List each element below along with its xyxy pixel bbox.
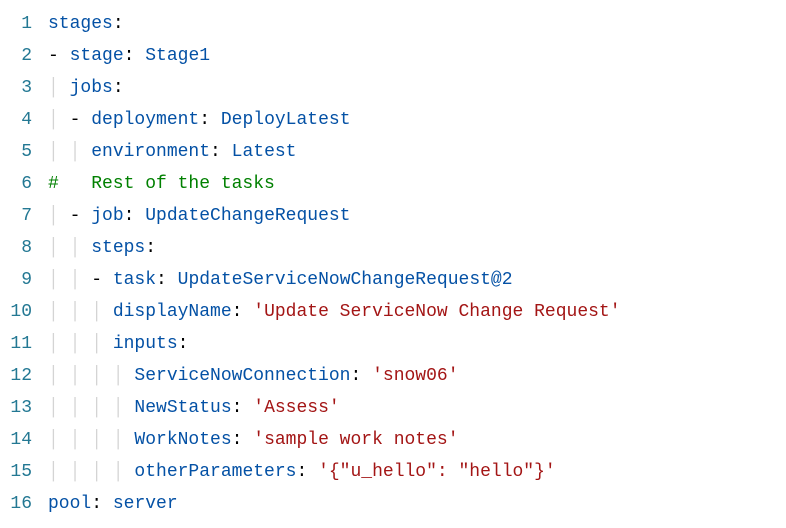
code-line: │ │ │ displayName: 'Update ServiceNow Ch… — [48, 296, 786, 328]
code-line: │ jobs: — [48, 72, 786, 104]
line-number: 13 — [0, 392, 32, 424]
yaml-value: server — [113, 494, 178, 514]
yaml-string: 'snow06' — [372, 366, 458, 386]
yaml-key: ServiceNowConnection — [134, 366, 350, 386]
yaml-dash: - — [48, 46, 70, 66]
code-line: │ │ steps: — [48, 232, 786, 264]
yaml-value: UpdateChangeRequest — [145, 206, 350, 226]
punctuation: : — [124, 46, 135, 66]
code-line: │ │ - task: UpdateServiceNowChangeReques… — [48, 264, 786, 296]
line-number: 15 — [0, 456, 32, 488]
line-number: 10 — [0, 296, 32, 328]
line-number: 14 — [0, 424, 32, 456]
yaml-key: stages — [48, 14, 113, 34]
punctuation: : — [113, 78, 124, 98]
code-content: stages: - stage: Stage1 │ jobs: │ - depl… — [48, 8, 786, 520]
yaml-key: job — [91, 206, 123, 226]
punctuation: : — [156, 270, 167, 290]
code-line: │ │ environment: Latest — [48, 136, 786, 168]
punctuation: : — [91, 494, 102, 514]
yaml-key: deployment — [91, 110, 199, 130]
line-number-gutter: 1 2 3 4 5 6 7 8 9 10 11 12 13 14 15 16 — [0, 8, 48, 520]
yaml-value: UpdateServiceNowChangeRequest@2 — [178, 270, 513, 290]
code-line: │ - deployment: DeployLatest — [48, 104, 786, 136]
line-number: 7 — [0, 200, 32, 232]
code-editor: 1 2 3 4 5 6 7 8 9 10 11 12 13 14 15 16 s… — [0, 8, 786, 520]
code-line: │ │ │ │ WorkNotes: 'sample work notes' — [48, 424, 786, 456]
punctuation: : — [232, 398, 243, 418]
code-line: │ │ │ inputs: — [48, 328, 786, 360]
yaml-dash: - — [91, 270, 113, 290]
yaml-key: steps — [91, 238, 145, 258]
line-number: 2 — [0, 40, 32, 72]
space — [134, 206, 145, 226]
space — [242, 302, 253, 322]
line-number: 6 — [0, 168, 32, 200]
yaml-string: 'Assess' — [253, 398, 339, 418]
yaml-value: Latest — [232, 142, 297, 162]
punctuation: : — [232, 302, 243, 322]
space — [102, 494, 113, 514]
space — [210, 110, 221, 130]
punctuation: : — [124, 206, 135, 226]
code-line: │ │ │ │ otherParameters: '{"u_hello": "h… — [48, 456, 786, 488]
code-line: stages: — [48, 8, 786, 40]
space — [167, 270, 178, 290]
yaml-key: NewStatus — [134, 398, 231, 418]
space — [134, 46, 145, 66]
code-line: │ │ │ │ ServiceNowConnection: 'snow06' — [48, 360, 786, 392]
line-number: 1 — [0, 8, 32, 40]
code-line: │ - job: UpdateChangeRequest — [48, 200, 786, 232]
yaml-key: task — [113, 270, 156, 290]
yaml-key: jobs — [70, 78, 113, 98]
line-number: 16 — [0, 488, 32, 520]
line-number: 5 — [0, 136, 32, 168]
yaml-key: otherParameters — [134, 462, 296, 482]
yaml-value: DeployLatest — [221, 110, 351, 130]
yaml-key: stage — [70, 46, 124, 66]
yaml-key: environment — [91, 142, 210, 162]
space — [361, 366, 372, 386]
yaml-value: Stage1 — [145, 46, 210, 66]
space — [242, 430, 253, 450]
yaml-string: 'sample work notes' — [253, 430, 458, 450]
punctuation: : — [113, 14, 124, 34]
line-number: 11 — [0, 328, 32, 360]
yaml-dash: - — [70, 110, 92, 130]
punctuation: : — [178, 334, 189, 354]
yaml-comment: # Rest of the tasks — [48, 174, 275, 194]
code-line: pool: server — [48, 488, 786, 520]
punctuation: : — [145, 238, 156, 258]
yaml-key: WorkNotes — [134, 430, 231, 450]
punctuation: : — [232, 430, 243, 450]
line-number: 8 — [0, 232, 32, 264]
yaml-key: inputs — [113, 334, 178, 354]
yaml-dash: - — [70, 206, 92, 226]
line-number: 4 — [0, 104, 32, 136]
line-number: 9 — [0, 264, 32, 296]
space — [307, 462, 318, 482]
yaml-key: pool — [48, 494, 91, 514]
line-number: 12 — [0, 360, 32, 392]
yaml-string: '{"u_hello": "hello"}' — [318, 462, 556, 482]
punctuation: : — [350, 366, 361, 386]
yaml-key: displayName — [113, 302, 232, 322]
punctuation: : — [199, 110, 210, 130]
punctuation: : — [296, 462, 307, 482]
code-line: │ │ │ │ NewStatus: 'Assess' — [48, 392, 786, 424]
code-line: - stage: Stage1 — [48, 40, 786, 72]
space — [221, 142, 232, 162]
space — [242, 398, 253, 418]
line-number: 3 — [0, 72, 32, 104]
code-line: # Rest of the tasks — [48, 168, 786, 200]
punctuation: : — [210, 142, 221, 162]
yaml-string: 'Update ServiceNow Change Request' — [253, 302, 620, 322]
